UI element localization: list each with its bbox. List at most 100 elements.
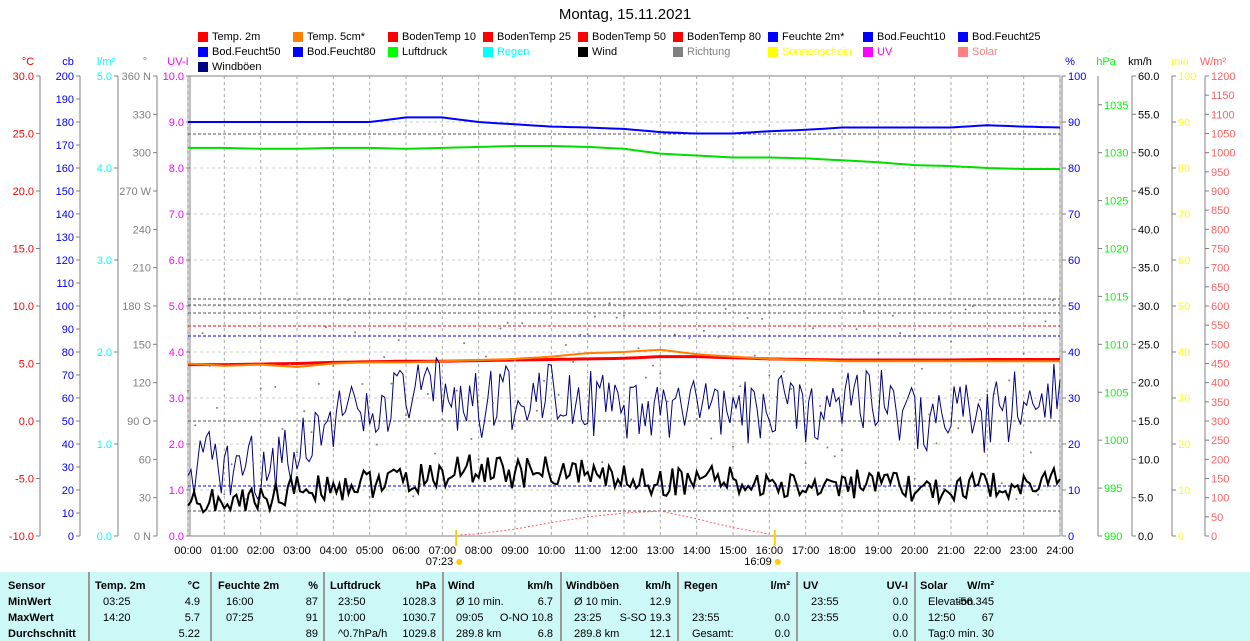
axis-tick-label: 10.0: [1138, 454, 1159, 466]
table-cell: 16:00: [226, 596, 254, 608]
wind-direction-dot: [259, 387, 262, 390]
wind-direction-dot: [281, 427, 284, 430]
axis-tick-label: 350: [1211, 397, 1229, 409]
x-tick-label: 15:00: [719, 545, 747, 557]
wind-direction-dot: [775, 395, 778, 398]
axis-tick-label: 6.0: [169, 255, 184, 267]
axis-tick-label: 80: [1178, 163, 1190, 175]
table-cell: Tag:0 min.: [928, 628, 979, 640]
wind-direction-dot: [317, 382, 320, 385]
axis-tick-label: 1.0: [169, 485, 184, 497]
axis-tick-label: 10.0: [163, 71, 184, 83]
axis-tick-label: 0.0: [169, 531, 184, 543]
wind-direction-dot: [608, 302, 611, 305]
table-cell: Wind: [448, 580, 475, 592]
x-tick-label: 05:00: [356, 545, 384, 557]
wind-direction-dot: [870, 396, 873, 399]
wind-direction-dot: [484, 355, 487, 358]
wind-direction-dot: [710, 437, 713, 440]
axis-unit: W/m²: [1200, 56, 1227, 68]
wind-direction-dot: [499, 327, 502, 330]
table-cell: °C: [187, 580, 200, 592]
wind-direction-dot: [216, 406, 219, 409]
axis-tick-label: 2.0: [169, 439, 184, 451]
axis-tick-label: 210: [133, 263, 151, 275]
wind-direction-dot: [906, 398, 909, 401]
axis-unit: %: [1065, 56, 1075, 68]
wind-direction-dot: [390, 382, 393, 385]
wind-direction-dot: [899, 332, 902, 335]
table-divider: [914, 572, 916, 641]
axis-tick-label: 4.0: [169, 347, 184, 359]
wind-direction-dot: [194, 424, 197, 427]
x-tick-label: 10:00: [538, 545, 566, 557]
wind-direction-dot: [957, 427, 960, 430]
axis-tick-label: 90: [1068, 117, 1080, 129]
axis-tick-label: 30: [62, 462, 74, 474]
axis-tick-label: 0: [1068, 531, 1074, 543]
wind-direction-dot: [208, 364, 211, 367]
axis-tick-label: 10: [1068, 485, 1080, 497]
wind-direction-dot: [586, 332, 589, 335]
axis-tick-label: 50: [1068, 301, 1080, 313]
axis-tick-label: 10: [62, 508, 74, 520]
axis-tick-label: 1010: [1104, 339, 1128, 351]
x-tick-label: 22:00: [974, 545, 1002, 557]
axis-tick-label: 4.0: [97, 163, 112, 175]
table-cell: 6.8: [537, 628, 553, 640]
axis-tick-label: 40: [1178, 347, 1190, 359]
sunset-time: 16:09: [744, 556, 772, 568]
axis-tick-label: 60: [1068, 255, 1080, 267]
table-cell: 1029.8: [402, 628, 436, 640]
axis-tick-label: 50: [1211, 512, 1223, 524]
axis-tick-label: 10: [1178, 485, 1190, 497]
axis-tick-label: 800: [1211, 224, 1229, 236]
axis-tick-label: 40.0: [1138, 224, 1159, 236]
wind-direction-dot: [920, 367, 923, 370]
wind-direction-dot: [811, 327, 814, 330]
axis-tick-label: 300: [1211, 416, 1229, 428]
axis-tick-label: 300: [133, 148, 151, 160]
wind-direction-dot: [666, 400, 669, 403]
wind-direction-dot: [950, 340, 952, 343]
x-tick-label: 03:00: [283, 545, 311, 557]
axis-tick-label: 3.0: [97, 255, 112, 267]
x-tick-label: 09:00: [501, 545, 529, 557]
wind-direction-dot: [717, 335, 720, 338]
wind-direction-dot: [375, 443, 378, 446]
axis-tick-label: 1000: [1104, 435, 1128, 447]
axis-tick-label: 0 N: [134, 531, 151, 543]
wind-direction-dot: [564, 343, 567, 346]
axis-tick-label: 80: [62, 347, 74, 359]
wind-direction-dot: [521, 322, 524, 325]
table-cell: 0.0: [774, 628, 790, 640]
axis-tick-label: 100: [56, 301, 74, 313]
axis-tick-label: 5.0: [19, 359, 34, 371]
wind-direction-dot: [252, 462, 255, 465]
axis-unit: l/m²: [97, 56, 116, 68]
sunset-icon: [774, 559, 781, 565]
x-tick-label: 02:00: [247, 545, 275, 557]
axis-tick-label: 25.0: [13, 129, 34, 141]
wind-direction-dot: [470, 437, 473, 440]
wind-direction-dot: [695, 417, 698, 420]
table-cell: 0.0: [774, 612, 790, 624]
table-divider: [323, 572, 325, 641]
wind-direction-dot: [862, 310, 865, 313]
axis-tick-label: 60: [1178, 255, 1190, 267]
wind-direction-dot: [637, 347, 640, 350]
axis-tick-label: 400: [1211, 378, 1229, 390]
axis-tick-label: 50.0: [1138, 148, 1159, 160]
wind-direction-dot: [804, 462, 807, 465]
wind-direction-dot: [790, 387, 793, 390]
wind-direction-dot: [419, 483, 422, 486]
wind-direction-dot: [891, 314, 894, 317]
wind-direction-dot: [782, 370, 785, 373]
table-cell: -56.345: [956, 596, 994, 608]
table-cell: 0.0: [892, 628, 908, 640]
wind-direction-dot: [274, 385, 277, 388]
table-cell: 1028.3: [402, 596, 436, 608]
wind-direction-dot: [1037, 493, 1040, 496]
axis-tick-label: -10.0: [9, 531, 34, 543]
axis-tick-label: 140: [56, 209, 74, 221]
